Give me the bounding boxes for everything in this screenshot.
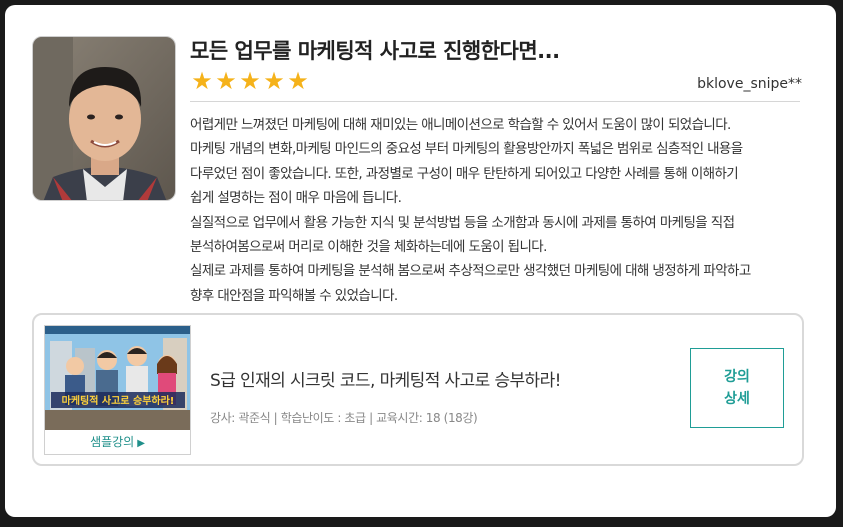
review-line: 실제로 과제를 통하여 마케팅을 분석해 봄으로써 추상적으로만 생각했던 마케… <box>190 263 751 280</box>
review-line: 마케팅 개념의 변화,마케팅 마인드의 중요성 부터 마케팅의 활용방안까지 폭… <box>190 141 743 158</box>
review-title: 모든 업무를 마케팅적 사고로 진행한다면... <box>190 39 560 63</box>
divider <box>190 101 800 102</box>
play-arrow-icon: ▶ <box>137 438 145 449</box>
review-line: 다루었던 점이 좋았습니다. 또한, 과정별로 구성이 매우 탄탄하게 되어있고… <box>190 165 739 182</box>
course-thumbnail[interactable]: 마케팅적 사고로 승부하라! 샘플강의 ▶ <box>44 325 191 455</box>
star-icon: ★ <box>263 67 285 95</box>
reviewer-avatar <box>32 36 176 201</box>
course-box: 마케팅적 사고로 승부하라! 샘플강의 ▶ S급 인재의 시크릿 코드, 마케팅적… <box>32 313 804 466</box>
star-icon: ★ <box>191 67 213 95</box>
star-icon: ★ <box>239 67 261 95</box>
star-icon: ★ <box>215 67 237 95</box>
star-icon: ★ <box>287 67 309 95</box>
review-line: 쉽게 설명하는 점이 매우 마음에 듭니다. <box>190 190 402 207</box>
avatar-photo <box>33 37 175 200</box>
review-line: 어렵게만 느껴졌던 마케팅에 대해 재미있는 애니메이션으로 학습할 수 있어서… <box>190 117 731 133</box>
course-detail-button[interactable]: 강의 상세 <box>690 348 784 428</box>
course-meta: 강사: 곽준식 | 학습난이도 : 초급 | 교육시간: 18 (18강) <box>210 411 478 425</box>
sample-lecture-link[interactable]: 샘플강의 ▶ <box>45 430 190 454</box>
detail-button-line1: 강의 <box>724 369 750 385</box>
course-thumbnail-image[interactable]: 마케팅적 사고로 승부하라! <box>45 326 190 430</box>
course-title[interactable]: S급 인재의 시크릿 코드, 마케팅적 사고로 승부하라! <box>210 366 561 391</box>
review-line: 실질적으로 업무에서 활용 가능한 지식 및 분석방법 등을 소개함과 동시에 … <box>190 214 735 231</box>
rating-stars: ★ ★ ★ ★ ★ <box>190 69 310 93</box>
review-line: 분석하여봄으로써 머리로 이해한 것을 체화하는데에 도움이 됩니다. <box>190 239 547 256</box>
review-body: 어렵게만 느껴졌던 마케팅에 대해 재미있는 애니메이션으로 학습할 수 있어서… <box>190 113 810 308</box>
review-card: 모든 업무를 마케팅적 사고로 진행한다면... ★ ★ ★ ★ ★ bklov… <box>5 5 836 517</box>
detail-button-line2: 상세 <box>724 391 750 407</box>
review-author: bklove_snipe** <box>697 76 802 92</box>
review-line: 향후 대안점을 파익해볼 수 있었습니다. <box>190 287 398 304</box>
thumbnail-caption: 마케팅적 사고로 승부하라! <box>62 394 175 407</box>
sample-lecture-label: 샘플강의 <box>90 435 135 449</box>
